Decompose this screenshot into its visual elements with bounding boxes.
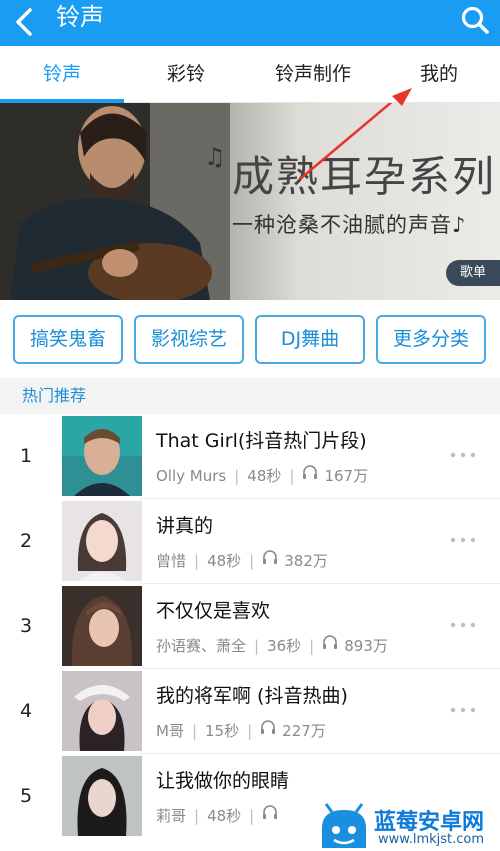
song-duration: 15秒	[205, 722, 240, 740]
category-film-tv-button[interactable]: 影视综艺	[134, 315, 244, 364]
song-plays: 167万	[324, 467, 369, 485]
rank-number: 2	[19, 530, 33, 552]
song-artist: 莉哥	[156, 807, 187, 825]
top-bar: 铃声	[0, 0, 500, 46]
song-artist: 曾惜	[156, 552, 187, 570]
song-meta: Olly Murs | 48秒 | 167万	[156, 464, 368, 486]
song-plays: 382万	[284, 552, 328, 570]
song-title: 不仅仅是喜欢	[156, 600, 271, 622]
song-artist: Olly Murs	[156, 466, 227, 485]
song-meta: 莉哥 | 48秒 |	[156, 804, 284, 826]
song-duration: 48秒	[207, 807, 242, 825]
headphone-icon	[323, 635, 338, 649]
song-artist: M哥	[156, 722, 184, 740]
tab-ringtone-maker[interactable]: 铃声制作	[248, 46, 378, 103]
search-icon[interactable]	[460, 5, 490, 35]
cover-image	[62, 501, 142, 581]
annotation-arrow	[299, 103, 393, 180]
tab-bar: 铃声 彩铃 铃声制作 我的	[0, 46, 500, 103]
category-buttons: 搞笑鬼畜 影视综艺 DJ舞曲 更多分类	[0, 300, 500, 378]
list-item[interactable]: 1 That Girl(抖音热门片段) Olly Murs | 48秒 | 167万	[0, 414, 500, 499]
song-duration: 36秒	[267, 637, 302, 655]
rank-number: 4	[19, 700, 33, 722]
cover-image	[62, 586, 142, 666]
song-meta: M哥 | 15秒 | 227万	[156, 719, 326, 741]
rank-number: 5	[19, 785, 33, 807]
tab-color-ring[interactable]: 彩铃	[124, 46, 248, 103]
ringtone-page: 铃声 铃声 彩铃 铃声制作 我的 ♫ 成熟耳孕系列 一种沧桑不油腻的声音♪ 歌单	[0, 0, 500, 851]
watermark-url: www.lmkjst.com	[378, 832, 485, 847]
category-dj-button[interactable]: DJ舞曲	[255, 315, 365, 364]
song-artist: 孙语赛、萧全	[156, 637, 247, 655]
category-funny-button[interactable]: 搞笑鬼畜	[13, 315, 123, 364]
song-title: That Girl(抖音热门片段)	[156, 430, 367, 452]
hot-recommend-header: 热门推荐	[0, 378, 500, 414]
page-title: 铃声	[56, 3, 104, 31]
more-options-icon[interactable]	[450, 450, 476, 460]
song-title: 让我做你的眼睛	[156, 770, 290, 792]
rank-number: 1	[19, 445, 33, 467]
song-plays: 893万	[344, 637, 388, 655]
headphone-icon	[263, 550, 278, 564]
cover-image	[62, 671, 142, 751]
song-meta: 孙语赛、萧全 | 36秒 | 893万	[156, 634, 388, 656]
list-item[interactable]: 3 不仅仅是喜欢 孙语赛、萧全 | 36秒 | 893万	[0, 584, 500, 669]
headphone-icon	[261, 720, 276, 734]
song-title: 我的将军啊 (抖音热曲)	[156, 685, 348, 707]
more-options-icon[interactable]	[450, 620, 476, 630]
song-title: 讲真的	[156, 515, 214, 537]
tab-ringtone[interactable]: 铃声	[0, 46, 124, 103]
song-duration: 48秒	[207, 552, 242, 570]
watermark-logo-icon	[322, 803, 366, 848]
list-item[interactable]: 4 我的将军啊 (抖音热曲) M哥 | 15秒 | 227万	[0, 669, 500, 754]
rank-number: 3	[19, 615, 33, 637]
headphone-icon	[303, 465, 318, 479]
watermark: 蓝莓安卓网 www.lmkjst.com	[316, 802, 500, 851]
section-title: 热门推荐	[22, 386, 87, 405]
song-plays: 227万	[282, 722, 326, 740]
more-options-icon[interactable]	[450, 705, 476, 715]
back-arrow-icon[interactable]	[10, 5, 40, 41]
promo-banner[interactable]: ♫ 成熟耳孕系列 一种沧桑不油腻的声音♪ 歌单	[0, 103, 500, 300]
annotation-arrowhead-icon	[392, 88, 412, 106]
list-item[interactable]: 2 讲真的 曾惜 | 48秒 | 382万	[0, 499, 500, 584]
cover-image	[62, 756, 142, 836]
category-more-button[interactable]: 更多分类	[376, 315, 486, 364]
more-options-icon[interactable]	[450, 535, 476, 545]
headphone-icon	[263, 805, 278, 819]
cover-image	[62, 416, 142, 496]
song-duration: 48秒	[247, 467, 282, 485]
song-meta: 曾惜 | 48秒 | 382万	[156, 549, 328, 571]
